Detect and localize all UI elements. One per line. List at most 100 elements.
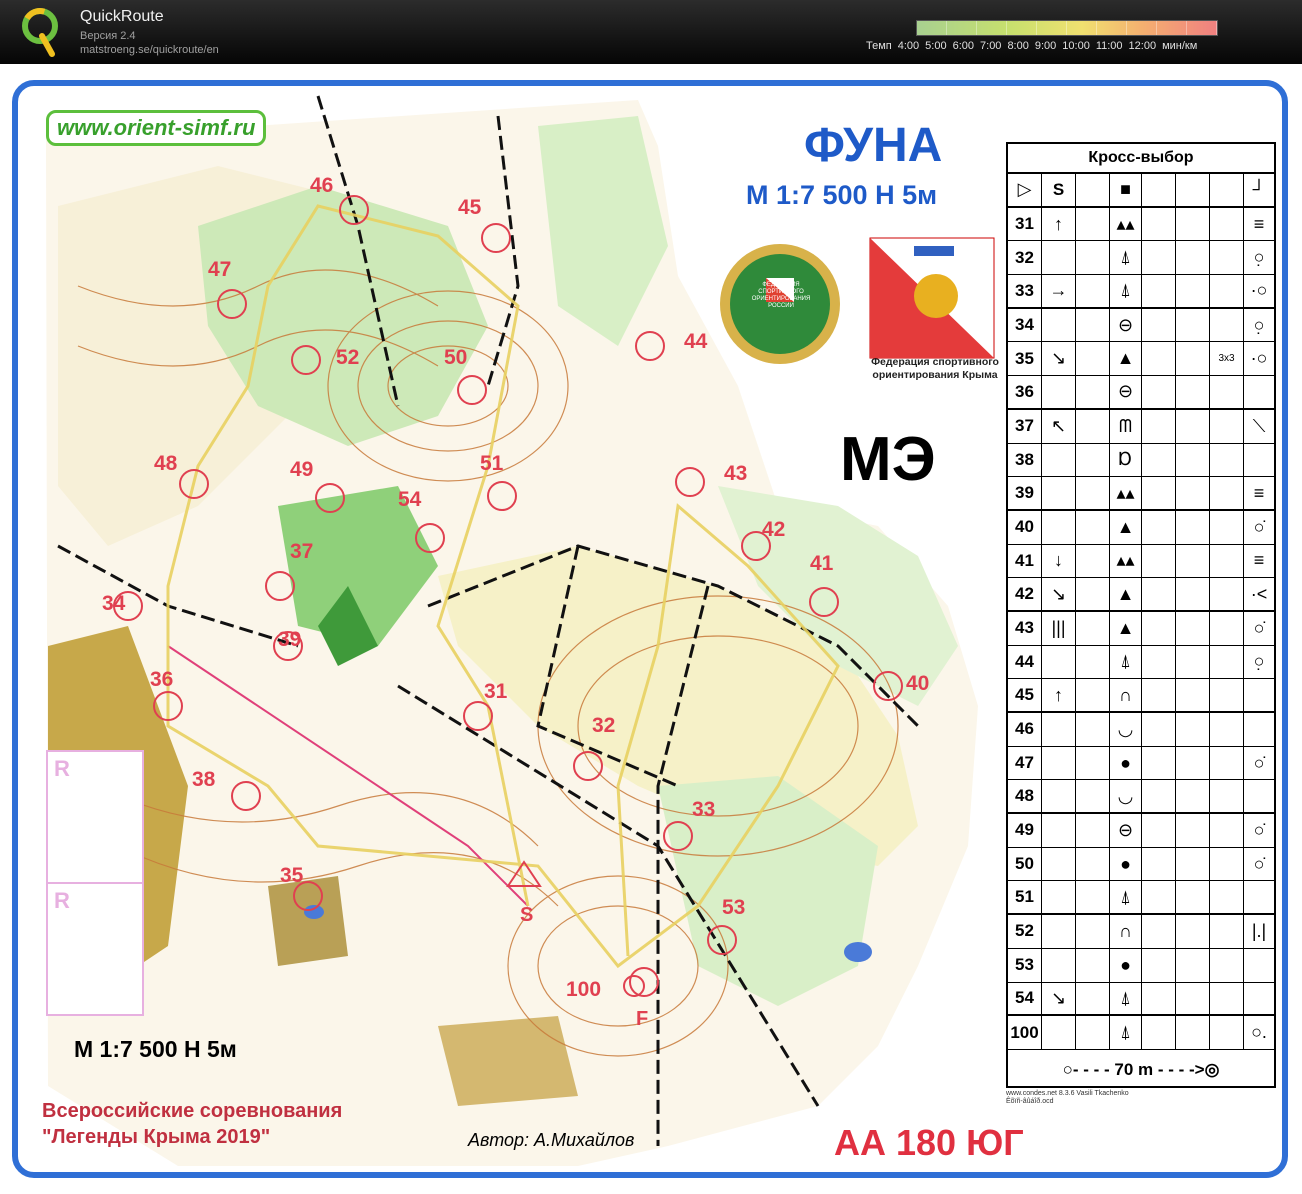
pace-tick: 6:00 [952,40,975,52]
control-number-label: 49 [290,458,314,481]
r-box-lower: R [46,882,144,1016]
cd-cell [1142,443,1176,477]
control-number-label: 38 [192,768,216,791]
cd-cell: ↘ [1042,982,1076,1015]
cd-cell [1076,443,1110,477]
cd-control-number: 34 [1008,308,1042,342]
cd-cell: ○. [1251,1022,1267,1043]
cd-cell [1142,679,1176,711]
cd-cell: Ɒ [1110,443,1142,477]
cd-control-number: 44 [1008,645,1042,679]
cd-cell [1076,342,1110,376]
cd-cell: ↘ [1042,342,1076,376]
orienteering-map[interactable]: www.orient-simf.ru ФУНА М 1:7 500 Н 5м М… [12,80,1288,1178]
cd-cell [1244,376,1274,408]
control-number-label: 40 [906,672,930,695]
cd-cell [1176,409,1210,443]
cd-cell: ⊖ [1110,814,1142,847]
event-line-1: Всероссийские соревнования [42,1100,343,1122]
cd-row: 43 ||| ▲ ○̇ [1008,611,1274,646]
cd-cell: ● [1110,948,1142,982]
cd-cell: |.| [1251,920,1267,941]
cd-cell [1142,645,1176,679]
cd-row: 42 ↘ ▲ ·< [1008,578,1274,612]
cd-start-cell [1142,174,1176,206]
control-number-label: 39 [278,628,302,651]
cd-cell [1210,510,1244,544]
cd-cell: ▲ [1110,342,1142,376]
cd-control-number: 46 [1008,713,1042,746]
control-number-label: 53 [722,896,746,919]
cd-cell [1142,342,1176,376]
cd-cell: ↖ [1042,409,1076,443]
cd-row: 39 ▴▴ ≡ [1008,477,1274,511]
cd-cell [1042,510,1076,544]
cd-control-number: 43 [1008,611,1042,645]
cd-row: 50 ● ○̇ [1008,847,1274,882]
cd-cell [1210,780,1244,813]
cd-cell [1210,746,1244,780]
cd-cell: ⟍ [1252,415,1266,436]
cd-control-number: 36 [1008,376,1042,408]
cd-cell [1244,949,1274,982]
app-url[interactable]: matstroeng.se/quickroute/en [80,44,219,56]
pace-tick: 4:00 [897,40,920,52]
cd-row: 35 ↘ ▲ 3x3 ·○ [1008,342,1274,377]
pace-tick: 12:00 [1128,40,1157,52]
control-number-label: 32 [592,714,616,737]
cd-cell [1176,713,1210,746]
cd-row: 37 ↖ ᗰ ⟍ [1008,409,1274,444]
control-number-label: 31 [484,680,508,703]
app-name: QuickRoute [80,8,164,25]
r-box-upper: R [46,750,144,884]
cd-cell [1176,544,1210,578]
cd-row: 46 ◡ [1008,713,1274,747]
event-title: Всероссийские соревнования "Легенды Крым… [42,1098,342,1150]
cd-cell [1076,1016,1110,1049]
cd-control-number: 54 [1008,982,1042,1015]
app-title-bar: QuickRoute Версия 2.4 matstroeng.se/quic… [0,0,1302,64]
cd-cell [1142,814,1176,847]
cd-cell [1142,477,1176,509]
control-number-label: 43 [724,462,748,485]
pace-tick: 5:00 [925,40,947,52]
cd-start-cell: ┘ [1252,179,1266,200]
cd-cell: ⍋ [1110,1016,1142,1049]
cd-row: 54 ↘ ⍋ [1008,982,1274,1017]
cd-control-number: 40 [1008,510,1042,544]
cd-cell: ○̇ [1253,853,1265,874]
cd-control-number: 53 [1008,948,1042,982]
cd-cell [1210,477,1244,509]
cd-cell [1244,983,1274,1015]
cd-cell [1210,241,1244,275]
cd-cell [1176,510,1210,544]
cd-cell [1076,376,1110,408]
crimea-federation-label: Федерация спортивного ориентирования Кры… [868,356,1002,382]
condes-note: www.condes.net 8.3.6 Vasili Tkachenko Êõ… [1006,1090,1129,1106]
finish-label: F [636,1008,649,1030]
cd-cell: ○̣ [1253,314,1265,335]
cd-control-number: 32 [1008,241,1042,275]
cd-cell: ⍋ [1110,275,1142,307]
cd-cell [1042,915,1076,948]
cd-cell [1042,881,1076,914]
cd-cell [1076,207,1110,241]
cd-control-number: 52 [1008,915,1042,948]
cd-cell: ↘ [1042,578,1076,610]
start-label: S [520,904,534,926]
cd-cell [1076,713,1110,746]
cd-cell [1142,510,1176,544]
cd-row: 52 ∩ |.| [1008,915,1274,949]
control-number-label: 33 [692,798,716,821]
cd-cell: ≡ [1253,482,1265,503]
cd-cell: 3x3 [1210,342,1244,376]
cd-cell [1142,409,1176,443]
cd-cell [1142,915,1176,948]
cd-cell [1076,746,1110,780]
cd-cell [1142,982,1176,1015]
cd-cell [1042,847,1076,881]
cd-cell [1210,409,1244,443]
cd-row: 33 → ⍋ ·○ [1008,275,1274,309]
cd-row: 49 ⊖ ○̇ [1008,814,1274,848]
cd-cell: ○̇ [1253,516,1265,537]
